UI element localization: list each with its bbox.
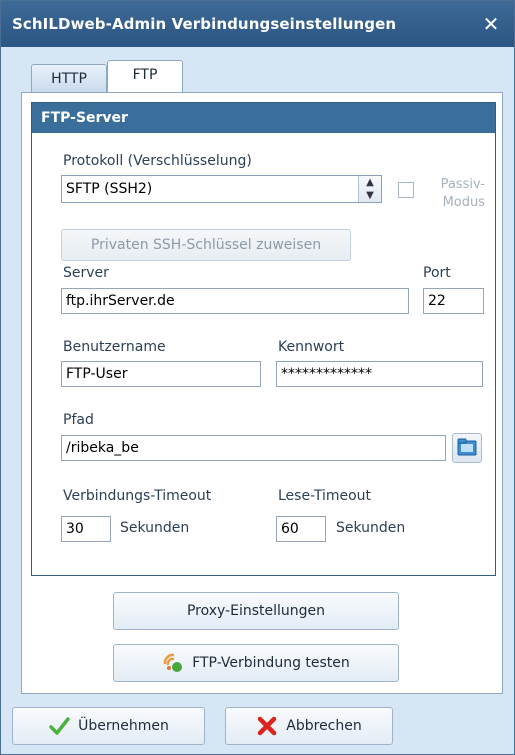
title-bar: SchILDweb-Admin Verbindungseinstellungen…: [1, 1, 514, 47]
spinner-arrows-icon[interactable]: ▲ ▼: [358, 176, 381, 202]
tab-ftp[interactable]: FTP: [107, 60, 183, 92]
test-button-label: FTP-Verbindung testen: [192, 655, 350, 671]
red-x-icon: [258, 716, 277, 736]
assign-ssh-key-button[interactable]: Privaten SSH-Schlüssel zuweisen: [61, 229, 351, 261]
connection-timeout-input[interactable]: 30: [61, 516, 111, 542]
connection-timeout-unit: Sekunden: [120, 520, 190, 536]
tab-ftp-label: FTP: [132, 67, 158, 83]
server-label: Server: [63, 265, 109, 281]
window-title: SchILDweb-Admin Verbindungseinstellungen: [12, 15, 397, 33]
path-label: Pfad: [63, 412, 94, 428]
protocol-select[interactable]: SFTP (SSH2) ▲ ▼: [61, 175, 382, 203]
password-input[interactable]: *************: [276, 361, 483, 387]
cancel-button[interactable]: Abbrechen: [225, 707, 393, 745]
test-ftp-connection-button[interactable]: FTP-Verbindung testen: [113, 644, 399, 682]
protocol-label: Protokoll (Verschlüsselung): [63, 153, 252, 169]
dialog-window: SchILDweb-Admin Verbindungseinstellungen…: [0, 0, 515, 755]
read-timeout-unit: Sekunden: [336, 520, 406, 536]
username-label: Benutzername: [63, 339, 166, 355]
apply-button-label: Übernehmen: [78, 718, 169, 734]
apply-button[interactable]: Übernehmen: [12, 707, 205, 745]
server-input[interactable]: ftp.ihrServer.de: [61, 288, 409, 314]
connection-test-icon: [163, 653, 183, 672]
password-label: Kennwort: [278, 339, 345, 355]
passive-mode-checkbox[interactable]: [398, 182, 414, 198]
proxy-settings-button[interactable]: Proxy-Einstellungen: [113, 592, 399, 630]
read-timeout-input[interactable]: 60: [276, 516, 326, 542]
checkmark-icon: [49, 717, 70, 735]
folder-browse-button[interactable]: [452, 433, 482, 463]
cancel-button-label: Abbrechen: [286, 718, 362, 734]
close-icon[interactable]: ✕: [478, 11, 504, 37]
passive-mode-label-line1: Passiv-: [440, 177, 485, 192]
tab-http[interactable]: HTTP: [31, 64, 107, 92]
group-header: FTP-Server: [32, 103, 495, 133]
connection-timeout-label: Verbindungs-Timeout: [63, 488, 212, 504]
port-input[interactable]: 22: [423, 288, 484, 314]
read-timeout-label: Lese-Timeout: [278, 488, 372, 504]
folder-browse-icon: [457, 438, 477, 456]
protocol-value: SFTP (SSH2): [66, 181, 153, 197]
username-input[interactable]: FTP-User: [61, 361, 261, 387]
path-input[interactable]: /ribeka_be: [61, 435, 446, 461]
passive-mode-label: Passiv- Modus: [425, 176, 485, 212]
tab-http-label: HTTP: [51, 71, 87, 87]
port-label: Port: [423, 265, 451, 281]
passive-mode-label-line2: Modus: [442, 195, 485, 210]
